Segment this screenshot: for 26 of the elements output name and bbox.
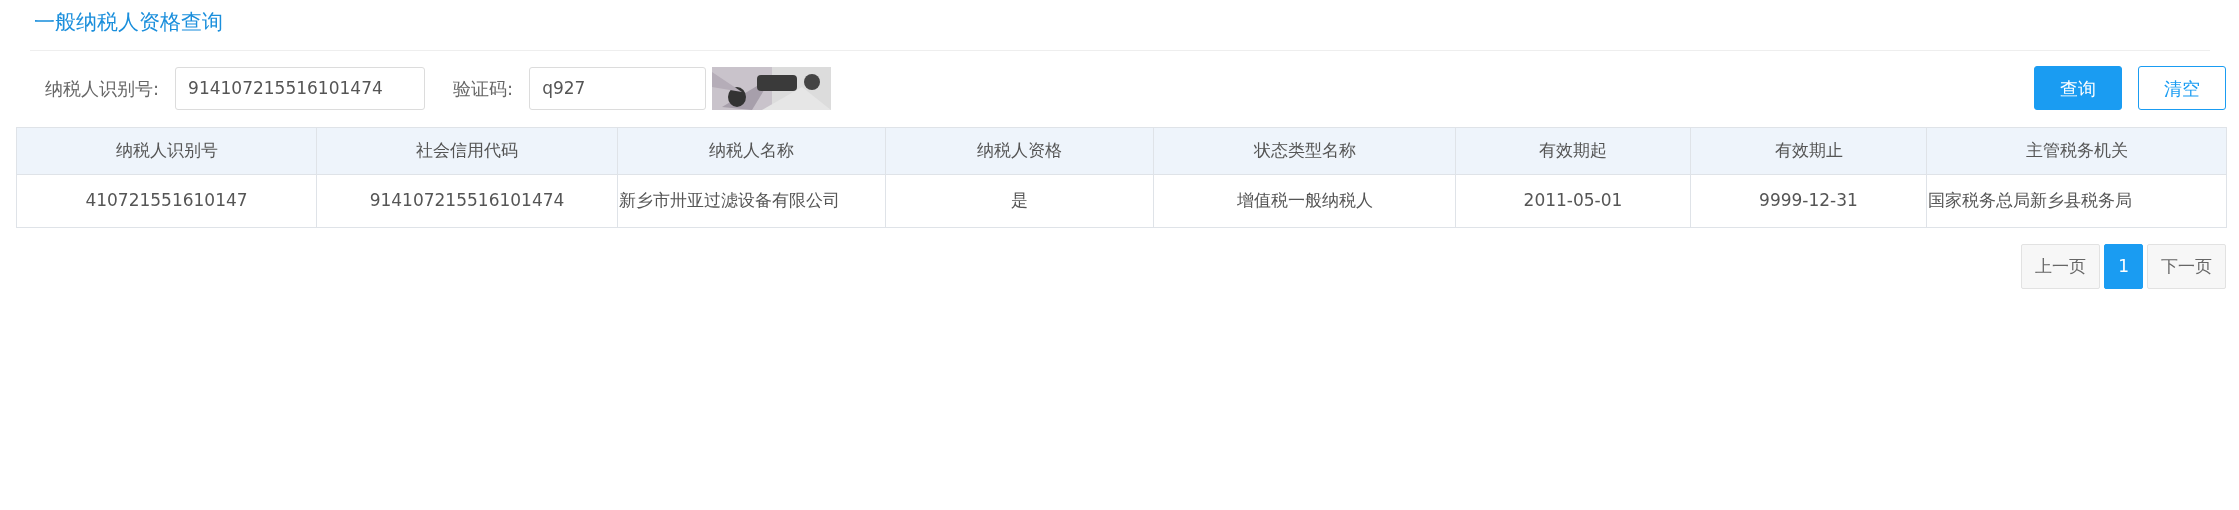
field-label: 纳税人识别号: bbox=[45, 76, 160, 101]
field-label: 验证码: bbox=[453, 76, 514, 101]
column-header: 有效期止 bbox=[1690, 127, 1927, 175]
table-cell: 914107215516101474 bbox=[316, 174, 618, 228]
table-cell: 国家税务总局新乡县税务局 bbox=[1926, 174, 2227, 228]
column-header: 纳税人识别号 bbox=[16, 127, 317, 175]
clear-button[interactable]: 清空 bbox=[2138, 66, 2226, 110]
table-cell: 9999-12-31 bbox=[1690, 174, 1927, 228]
column-header: 社会信用代码 bbox=[316, 127, 618, 175]
table-cell: 是 bbox=[885, 174, 1154, 228]
prev-page-button[interactable]: 上一页 bbox=[2021, 244, 2101, 289]
page-title: 一般纳税人资格查询 bbox=[34, 9, 224, 36]
taxpayer-id-field[interactable]: 914107215516101474 bbox=[175, 66, 426, 110]
table-cell: 2011-05-01 bbox=[1455, 174, 1691, 228]
column-header: 纳税人资格 bbox=[885, 127, 1154, 175]
column-header: 主管税务机关 bbox=[1926, 127, 2227, 175]
query-button[interactable]: 查询 bbox=[2034, 66, 2122, 110]
table-cell: 410721551610147 bbox=[16, 174, 317, 228]
captcha-field[interactable]: q927 bbox=[529, 66, 707, 110]
next-page-button[interactable]: 下一页 bbox=[2147, 244, 2226, 289]
column-header: 状态类型名称 bbox=[1153, 127, 1456, 175]
table-cell: 增值税一般纳税人 bbox=[1153, 174, 1456, 228]
column-header: 有效期起 bbox=[1455, 127, 1691, 175]
page-button[interactable]: 1 bbox=[2104, 244, 2143, 289]
table-cell: 新乡市卅亚过滤设备有限公司 bbox=[617, 174, 886, 228]
column-header: 纳税人名称 bbox=[617, 127, 886, 175]
